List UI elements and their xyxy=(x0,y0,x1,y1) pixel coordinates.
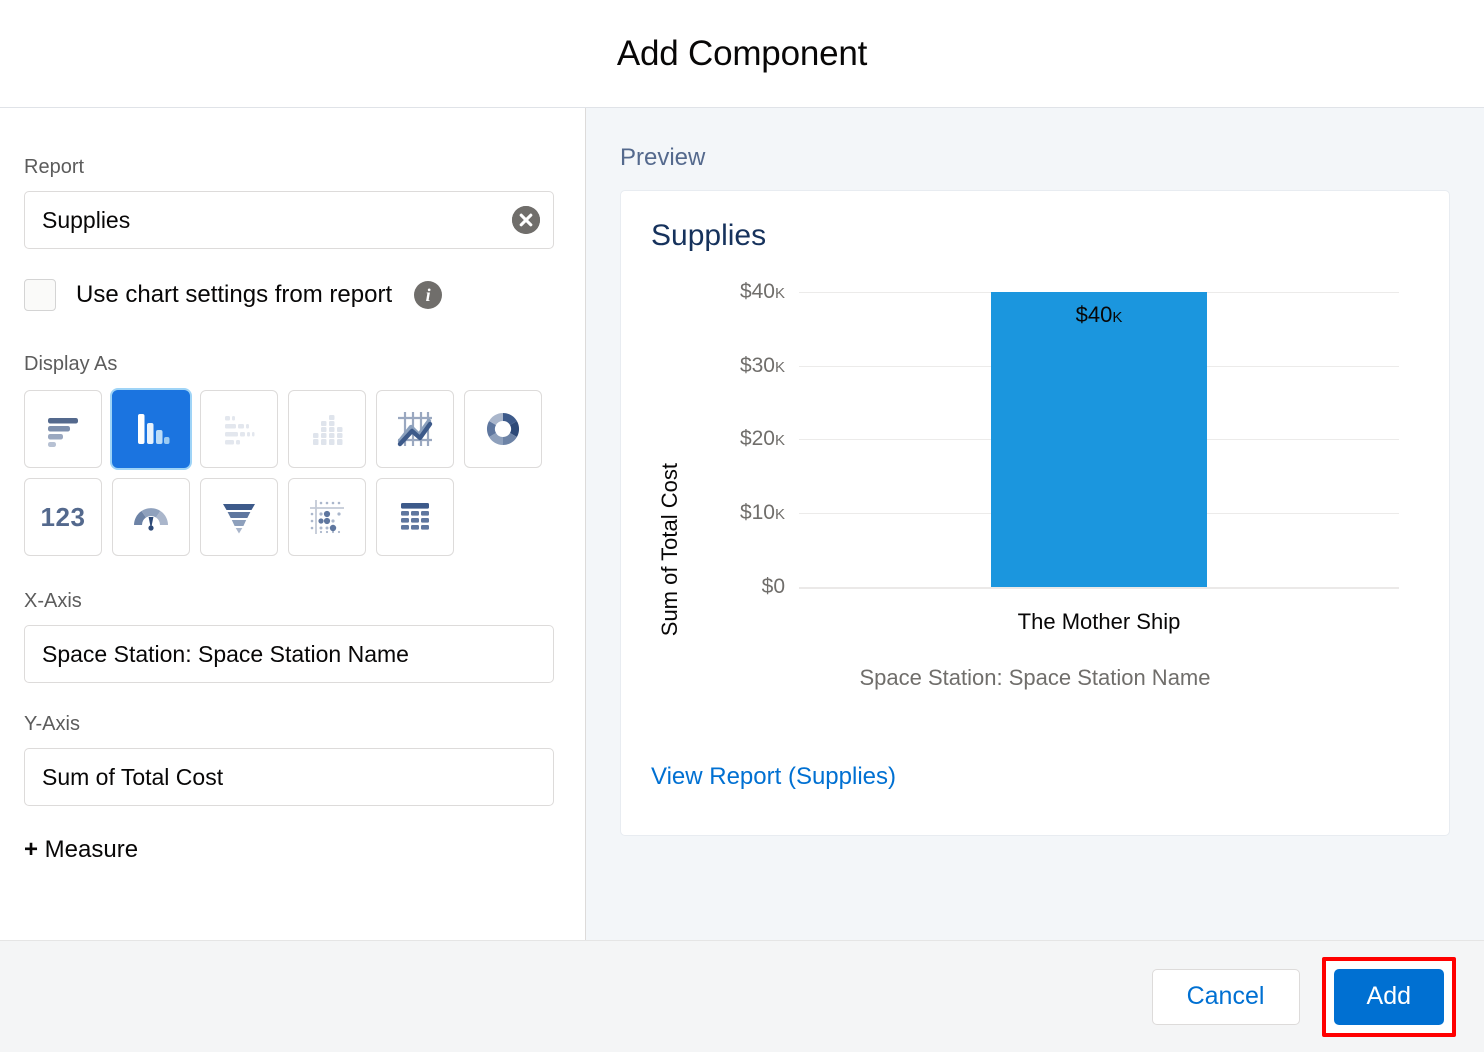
preview-panel: Preview Supplies Sum of Total Cost $0 $10… xyxy=(586,108,1484,940)
view-report-link[interactable]: View Report (Supplies) xyxy=(651,763,896,791)
settings-panel: Report Use chart settings from report i … xyxy=(0,108,586,940)
chart-type-donut[interactable] xyxy=(464,390,542,468)
chart-type-metric[interactable]: 123 xyxy=(24,478,102,556)
chart-y-tick-label: $40K xyxy=(739,279,785,303)
use-chart-settings-label: Use chart settings from report xyxy=(76,281,393,308)
chart-type-stacked-vertical-bar[interactable] xyxy=(288,390,366,468)
preview-card: Supplies Sum of Total Cost $0 $10K $20K $30… xyxy=(620,190,1450,836)
chart-y-tick-label: $20K xyxy=(739,427,785,451)
chart-plot: $0 $10K $20K $30K $40K $40K The Mother Ship xyxy=(740,277,1399,634)
chart-type-horizontal-bar[interactable] xyxy=(24,390,102,468)
chart-title: Supplies xyxy=(651,219,767,252)
plus-icon: + xyxy=(24,836,39,863)
chart-type-gauge[interactable] xyxy=(112,478,190,556)
cancel-button[interactable]: Cancel xyxy=(1151,968,1300,1025)
chart-type-table[interactable] xyxy=(376,478,454,556)
chart-y-axis-title: Sum of Total Cost xyxy=(657,463,682,637)
chart-y-tick-label: $0 xyxy=(761,575,785,598)
chart-type-line[interactable] xyxy=(376,390,454,468)
add-button-highlight: Add xyxy=(1321,956,1456,1037)
chart-x-axis-title: Space Station: Space Station Name xyxy=(859,665,1211,690)
report-input[interactable] xyxy=(24,191,554,249)
dialog-body: Report Use chart settings from report i … xyxy=(0,108,1484,940)
use-chart-settings-checkbox[interactable] xyxy=(24,279,56,311)
metric-icon: 123 xyxy=(40,501,86,532)
clear-report-icon[interactable] xyxy=(512,206,540,234)
preview-label: Preview xyxy=(620,144,706,171)
add-measure-label: Measure xyxy=(38,836,139,863)
add-button[interactable]: Add xyxy=(1333,968,1444,1025)
chart-gridline xyxy=(799,587,1399,589)
dialog-footer: Cancel Add xyxy=(0,940,1484,1052)
chart-bar[interactable] xyxy=(991,291,1207,587)
x-axis-label: X-Axis xyxy=(24,590,82,612)
chart-type-vertical-bar[interactable] xyxy=(112,390,190,468)
chart-y-tick-label: $10K xyxy=(739,501,785,525)
info-icon[interactable]: i xyxy=(414,281,443,309)
chart-bar-value-label: $40K xyxy=(1075,301,1123,327)
chart-type-funnel[interactable] xyxy=(200,478,278,556)
add-measure-button[interactable]: + Measure xyxy=(24,836,553,864)
chart-type-grid: 123 xyxy=(24,390,553,556)
chart-x-category-label: The Mother Ship xyxy=(1017,609,1181,634)
x-axis-input[interactable] xyxy=(24,625,554,683)
use-chart-settings-row: Use chart settings from report i xyxy=(24,279,553,311)
dialog-header: Add Component xyxy=(0,0,1484,108)
y-axis-label: Y-Axis xyxy=(24,713,80,735)
add-component-dialog: Add Component Report Use chart settings … xyxy=(0,0,1484,1052)
display-as-label: Display As xyxy=(24,353,118,375)
chart-type-stacked-horizontal-bar[interactable] xyxy=(200,390,278,468)
page-title: Add Component xyxy=(616,33,868,73)
chart-area: Sum of Total Cost $0 $10K $20K $30K $40K $40K… xyxy=(651,267,1419,737)
chart-y-tick-label: $30K xyxy=(739,353,785,377)
x-axis-input-wrapper xyxy=(24,625,554,683)
report-input-wrapper xyxy=(24,191,554,249)
y-axis-input[interactable] xyxy=(24,748,554,806)
chart-type-scatter[interactable] xyxy=(288,478,366,556)
report-field-label: Report xyxy=(24,156,85,178)
y-axis-input-wrapper xyxy=(24,748,554,806)
